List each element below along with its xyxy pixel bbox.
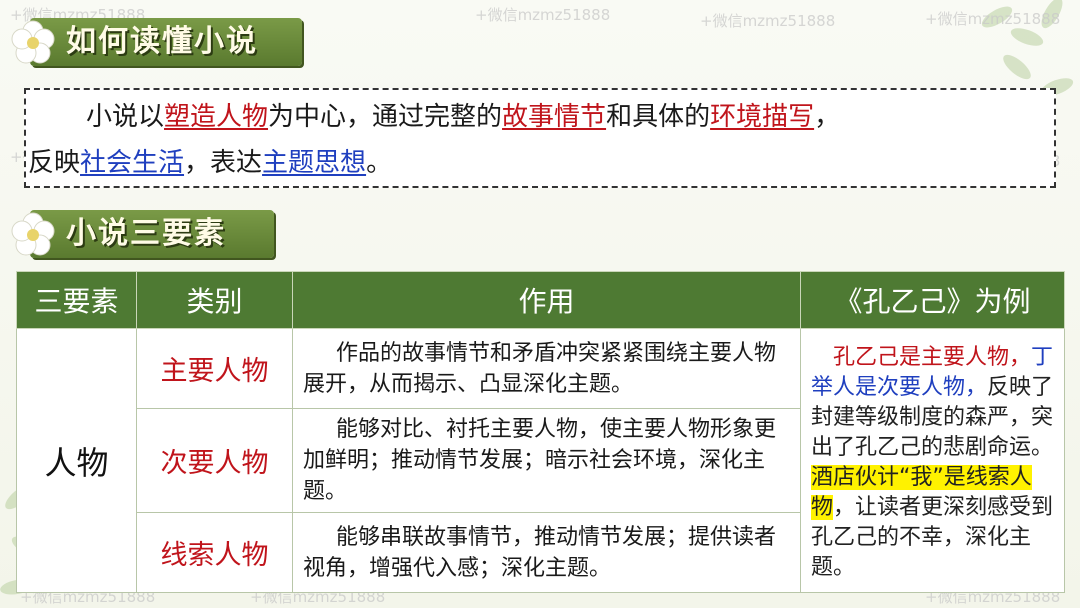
desc-secondary-character: 能够对比、衬托主要人物，使主要人物形象更加鲜明；推动情节发展；暗示社会环境，深化… bbox=[292, 408, 801, 513]
header-example: 《孔乙己》为例 bbox=[800, 271, 1065, 329]
intro-text: 为中心，通过完整的 bbox=[268, 102, 503, 132]
element-character: 人物 bbox=[16, 328, 137, 593]
table-row: 人物 主要人物 作品的故事情节和矛盾冲突紧紧围绕主要人物展开，从而揭示、凸显深化… bbox=[16, 328, 1065, 593]
elements-table: 三要素 类别 作用 《孔乙己》为例 人物 主要人物 作品的故事情节和矛盾冲突紧紧… bbox=[16, 271, 1065, 593]
desc-text: 作品的故事情节和矛盾冲突紧紧围绕主要人物展开，从而揭示、凸显深化主题。 bbox=[303, 340, 777, 397]
flower-icon bbox=[11, 20, 55, 64]
keyword-social-life: 社会生活 bbox=[80, 148, 185, 178]
category-main-character: 主要人物 bbox=[136, 328, 293, 409]
intro-line-1: 小说以塑造人物为中心，通过完整的故事情节和具体的环境描写， bbox=[86, 96, 840, 133]
header-elements: 三要素 bbox=[16, 271, 137, 329]
keyword-plot: 故事情节 bbox=[502, 102, 607, 132]
example-main: 孔乙己是主要人物， bbox=[833, 345, 1032, 370]
intro-text: ， bbox=[814, 102, 841, 132]
table-header-row: 三要素 类别 作用 《孔乙己》为例 bbox=[16, 271, 1065, 329]
intro-text: ，表达 bbox=[184, 148, 263, 178]
section-title-how-to-read: 如何读懂小说 bbox=[66, 24, 258, 59]
header-category: 类别 bbox=[136, 271, 293, 329]
intro-line-2: 反映社会生活，表达主题思想。 bbox=[28, 142, 392, 179]
intro-text: 和具体的 bbox=[606, 102, 711, 132]
example-text: ，让读者更深刻感受到孔乙己的不幸，深化主题。 bbox=[811, 495, 1054, 580]
header-function: 作用 bbox=[292, 271, 801, 329]
flower-icon bbox=[11, 212, 55, 256]
desc-text: 能够对比、衬托主要人物，使主要人物形象更加鲜明；推动情节发展；暗示社会环境，深化… bbox=[303, 417, 777, 504]
keyword-shape-character: 塑造人物 bbox=[164, 102, 269, 132]
keyword-environment: 环境描写 bbox=[710, 102, 815, 132]
desc-text: 能够串联故事情节，推动情节发展；提供读者视角，增强代入感；深化主题。 bbox=[303, 524, 777, 581]
desc-main-character: 作品的故事情节和矛盾冲突紧紧围绕主要人物展开，从而揭示、凸显深化主题。 bbox=[292, 328, 801, 409]
category-secondary-character: 次要人物 bbox=[136, 408, 293, 513]
example-cell: 孔乙己是主要人物，丁举人是次要人物，反映了封建等级制度的森严，突出了孔乙己的悲剧… bbox=[800, 328, 1065, 593]
section-title-three-elements: 小说三要素 bbox=[66, 216, 226, 251]
category-clue-character: 线索人物 bbox=[136, 512, 293, 593]
intro-text: 反映 bbox=[28, 148, 81, 178]
intro-text: 小说以 bbox=[86, 102, 165, 132]
desc-clue-character: 能够串联故事情节，推动情节发展；提供读者视角，增强代入感；深化主题。 bbox=[292, 512, 801, 593]
keyword-theme: 主题思想 bbox=[262, 148, 367, 178]
intro-text: 。 bbox=[366, 148, 393, 178]
intro-box: 小说以塑造人物为中心，通过完整的故事情节和具体的环境描写， 反映社会生活，表达主… bbox=[24, 88, 1056, 188]
